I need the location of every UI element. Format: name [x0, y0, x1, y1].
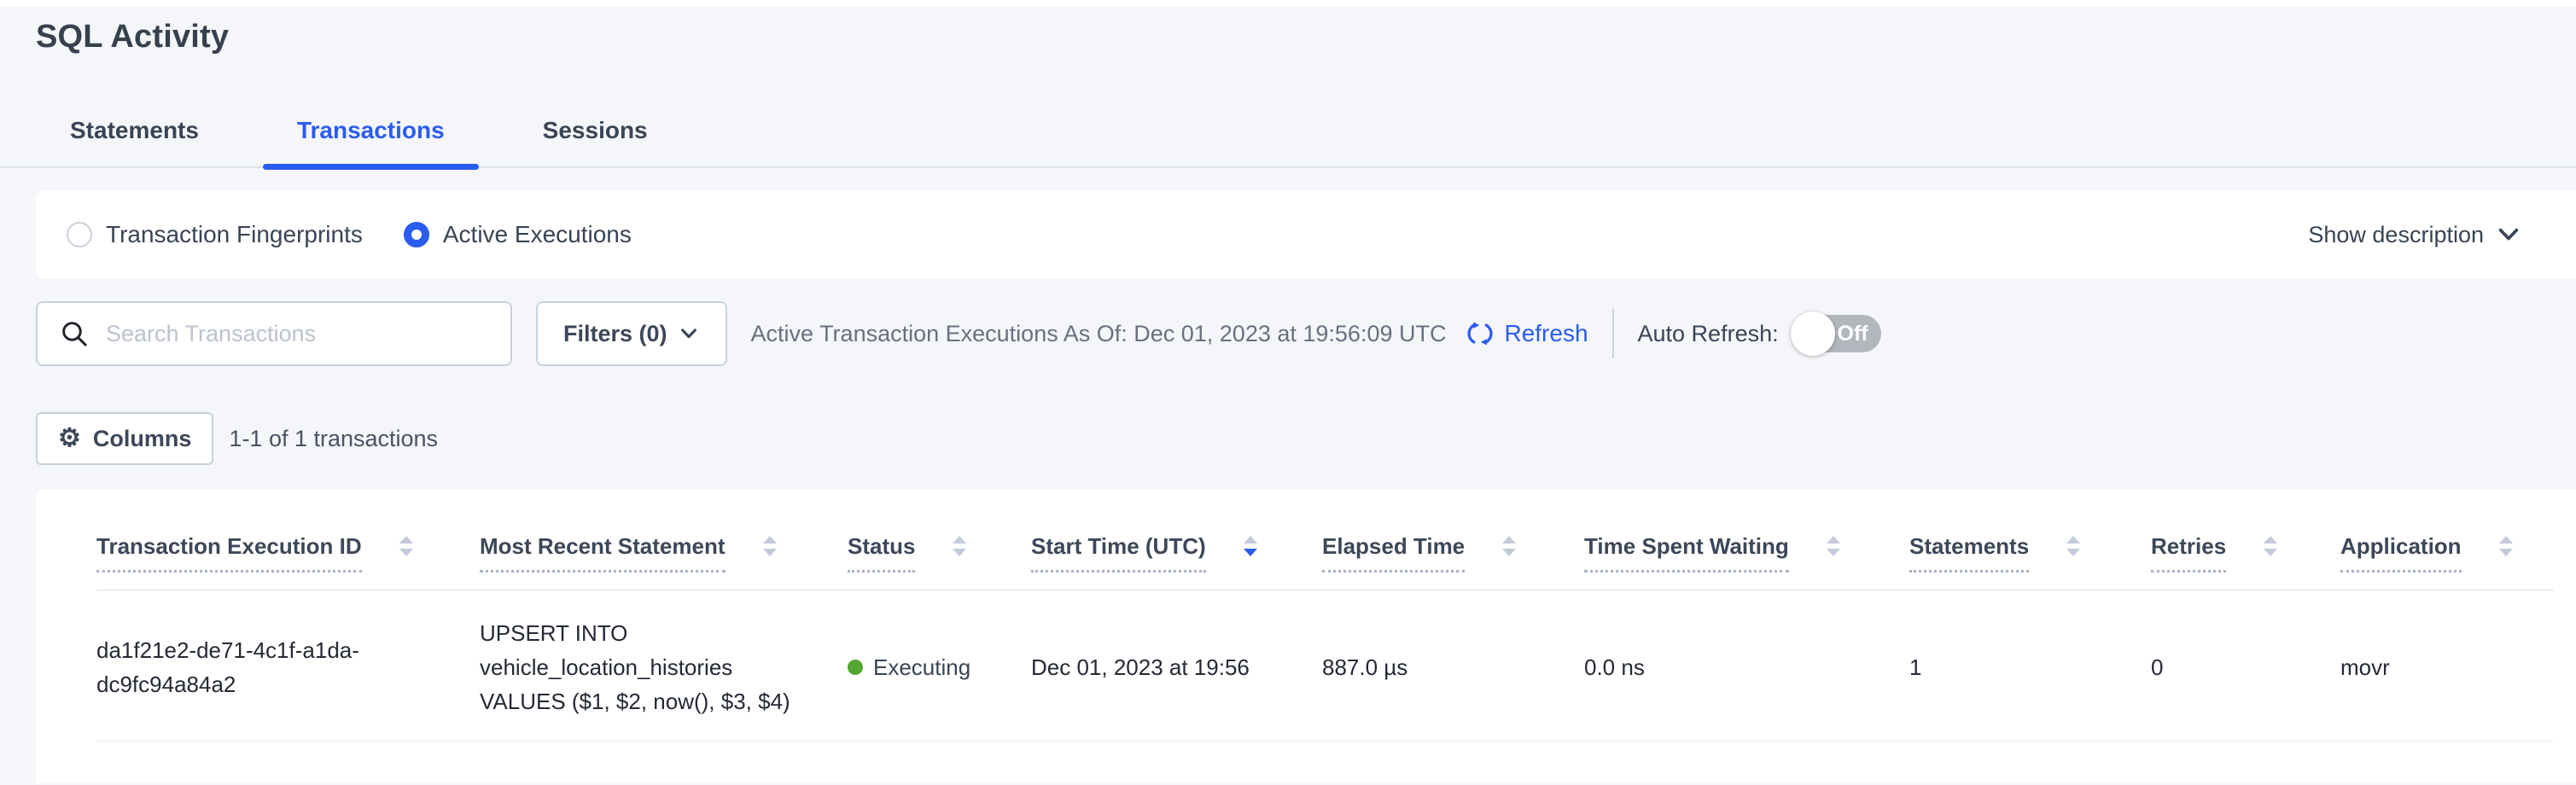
cell-retries: 0	[2151, 590, 2340, 741]
radio-circle-icon[interactable]	[67, 222, 92, 247]
tab-bar: Statements Transactions Sessions	[0, 110, 2576, 168]
status-dot-icon	[848, 660, 863, 675]
cell-start-time: Dec 01, 2023 at 19:56	[1031, 590, 1322, 741]
radio-transaction-fingerprints[interactable]: Transaction Fingerprints	[67, 221, 363, 248]
auto-refresh-toggle[interactable]: Off	[1794, 315, 1881, 352]
refresh-button[interactable]: Refresh	[1465, 318, 1588, 349]
view-mode-radio-group: Transaction Fingerprints Active Executio…	[67, 221, 632, 248]
sort-icon	[2264, 536, 2277, 556]
sort-icon	[953, 536, 966, 556]
controls-row: Filters (0) Active Transaction Execution…	[36, 301, 2576, 366]
search-icon	[60, 319, 89, 348]
cell-transaction-execution-id: da1f21e2-de71-4c1f-a1da-dc9fc94a84a2	[96, 633, 382, 701]
cell-most-recent-statement: UPSERT INTO vehicle_location_histories V…	[480, 616, 823, 718]
radio-circle-icon[interactable]	[404, 222, 429, 247]
filters-label: Filters (0)	[563, 321, 667, 347]
cell-statements: 1	[1909, 590, 2151, 741]
radio-active-executions[interactable]: Active Executions	[404, 221, 632, 248]
filters-button[interactable]: Filters (0)	[536, 301, 727, 366]
vertical-divider	[1612, 309, 1614, 358]
chevron-down-icon	[2496, 222, 2521, 247]
sort-icon	[2066, 536, 2080, 556]
column-header-transaction-execution-id[interactable]: Transaction Execution ID	[96, 533, 480, 573]
sort-icon	[399, 536, 413, 556]
column-header-application[interactable]: Application	[2340, 533, 2554, 573]
cell-elapsed-time: 887.0 µs	[1322, 590, 1584, 741]
search-input[interactable]	[106, 321, 493, 347]
status-label: Executing	[873, 650, 970, 684]
transactions-table-card: Transaction Execution ID Most Recent Sta…	[36, 489, 2576, 783]
results-toolbar: ⚙ Columns 1-1 of 1 transactions	[36, 412, 2576, 465]
sort-icon	[1827, 536, 1840, 556]
sort-icon	[2499, 536, 2513, 556]
auto-refresh-label: Auto Refresh:	[1638, 321, 1779, 347]
columns-button-label: Columns	[93, 426, 192, 452]
view-mode-band: Transaction Fingerprints Active Executio…	[36, 190, 2576, 279]
table-row: da1f21e2-de71-4c1f-a1da-dc9fc94a84a2 UPS…	[96, 590, 2554, 741]
results-count: 1-1 of 1 transactions	[229, 426, 438, 452]
column-header-elapsed-time[interactable]: Elapsed Time	[1322, 533, 1584, 573]
transactions-table: Transaction Execution ID Most Recent Sta…	[96, 489, 2554, 741]
column-header-statements[interactable]: Statements	[1909, 533, 2151, 573]
tab-sessions[interactable]: Sessions	[509, 110, 682, 166]
cell-status: Executing	[848, 650, 1031, 684]
sort-icon	[1502, 536, 1516, 556]
page-title: SQL Activity	[36, 19, 2576, 55]
as-of-timestamp: Active Transaction Executions As Of: Dec…	[751, 321, 1447, 347]
page-header: SQL Activity	[0, 7, 2576, 55]
column-header-start-time[interactable]: Start Time (UTC)	[1031, 533, 1322, 573]
gear-icon: ⚙	[58, 426, 81, 451]
chevron-down-icon	[678, 323, 700, 345]
show-description-button[interactable]: Show description	[2308, 222, 2521, 248]
columns-button[interactable]: ⚙ Columns	[36, 412, 213, 465]
toggle-state-label: Off	[1838, 322, 1868, 346]
top-strip	[0, 0, 2576, 7]
column-header-retries[interactable]: Retries	[2151, 533, 2340, 573]
toggle-knob	[1791, 311, 1835, 356]
cell-time-spent-waiting: 0.0 ns	[1584, 590, 1909, 741]
refresh-icon	[1465, 318, 1495, 349]
show-description-label: Show description	[2308, 222, 2484, 248]
tab-statements[interactable]: Statements	[36, 110, 233, 166]
column-header-time-spent-waiting[interactable]: Time Spent Waiting	[1584, 533, 1909, 573]
column-header-status[interactable]: Status	[848, 533, 1031, 573]
cell-application: movr	[2340, 590, 2554, 741]
search-box[interactable]	[36, 301, 512, 366]
radio-label: Transaction Fingerprints	[106, 221, 363, 248]
sort-icon	[763, 536, 777, 556]
tab-transactions[interactable]: Transactions	[263, 110, 479, 166]
radio-label: Active Executions	[443, 221, 632, 248]
table-header-row: Transaction Execution ID Most Recent Sta…	[96, 489, 2554, 590]
column-header-most-recent-statement[interactable]: Most Recent Statement	[480, 533, 848, 573]
sort-icon	[1244, 536, 1257, 556]
refresh-label: Refresh	[1504, 320, 1588, 347]
